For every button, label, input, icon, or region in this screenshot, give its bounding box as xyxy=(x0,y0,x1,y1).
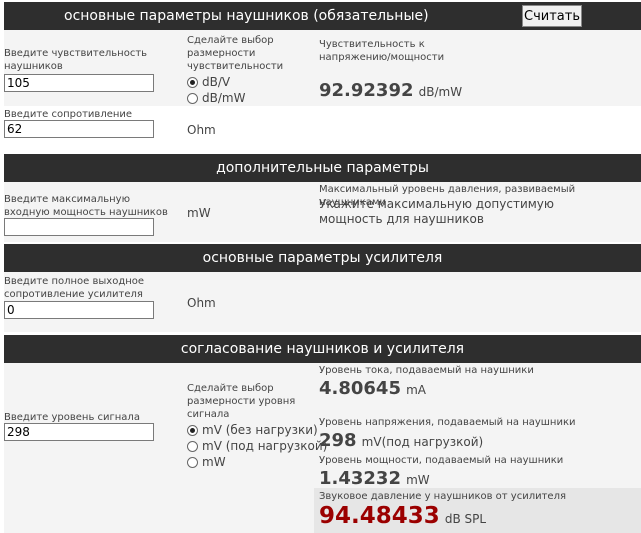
power-unit: mW xyxy=(187,206,211,220)
radio-icon[interactable] xyxy=(187,424,198,436)
section-title: согласование наушников и усилителя xyxy=(180,341,465,357)
voltage-label: Уровень напряжения, подаваемый на наушни… xyxy=(319,417,576,428)
radio-icon[interactable] xyxy=(187,76,198,88)
section-title: основные параметры наушников (обязательн… xyxy=(64,8,429,24)
radio-icon[interactable] xyxy=(187,440,198,452)
radio-db-mw[interactable]: dB/mW xyxy=(187,91,245,105)
sensitivity-result: 92.92392 dB/mW xyxy=(319,80,463,101)
voltage-result: 298 mV(под нагрузкой) xyxy=(319,430,484,451)
current-result: 4.80645 mA xyxy=(319,378,426,399)
section-header-amp: основные параметры усилителя xyxy=(4,244,641,272)
spl-value: 94.48433 xyxy=(319,503,440,529)
signal-unit-label: Сделайте выбор размерности уровня сигнал… xyxy=(187,383,296,420)
power-label: Введите максимальную входную мощность на… xyxy=(4,194,168,218)
signal-input[interactable] xyxy=(4,423,154,441)
section-title: дополнительные параметры xyxy=(216,160,429,176)
max-spl-message: Укажите максимальную допустимую мощность… xyxy=(319,197,555,226)
spl-result: 94.48433 dB SPL xyxy=(319,503,486,529)
radio-icon[interactable] xyxy=(187,92,198,104)
current-label: Уровень тока, подаваемый на наушники xyxy=(319,365,534,376)
amp-impedance-label: Введите полное выходное сопротивление ус… xyxy=(4,276,145,300)
radio-icon[interactable] xyxy=(187,456,198,468)
section-title: основные параметры усилителя xyxy=(202,250,443,266)
radio-db-v[interactable]: dB/V xyxy=(187,75,230,89)
amp-impedance-unit: Ohm xyxy=(187,296,216,310)
power-result: 1.43232 mW xyxy=(319,468,430,489)
radio-mv-load[interactable]: mV (под нагрузкой) xyxy=(187,439,327,453)
impedance-input[interactable] xyxy=(4,120,154,138)
sensitivity-result-label: Чувствительность к напряжению/мощности xyxy=(319,39,445,63)
spl-unit: dB SPL xyxy=(444,512,487,526)
radio-mw[interactable]: mW xyxy=(187,455,226,469)
radio-mv-no-load[interactable]: mV (без нагрузки) xyxy=(187,423,318,437)
power-input[interactable] xyxy=(4,218,154,236)
sensitivity-label: Введите чувствительность наушников xyxy=(4,48,148,72)
impedance-unit: Ohm xyxy=(187,123,216,137)
amp-impedance-input[interactable] xyxy=(4,301,154,319)
section-header-extra: дополнительные параметры xyxy=(4,154,641,182)
calculate-button[interactable]: Считать xyxy=(522,5,582,27)
sensitivity-unit-label: Сделайте выбор размерности чувствительно… xyxy=(187,35,284,72)
section-header-match: согласование наушников и усилителя xyxy=(4,335,641,363)
spl-label: Звуковое давление у наушников от усилите… xyxy=(319,491,566,502)
sensitivity-input[interactable] xyxy=(4,74,154,92)
power-result-label: Уровень мощности, подаваемый на наушники xyxy=(319,455,564,466)
